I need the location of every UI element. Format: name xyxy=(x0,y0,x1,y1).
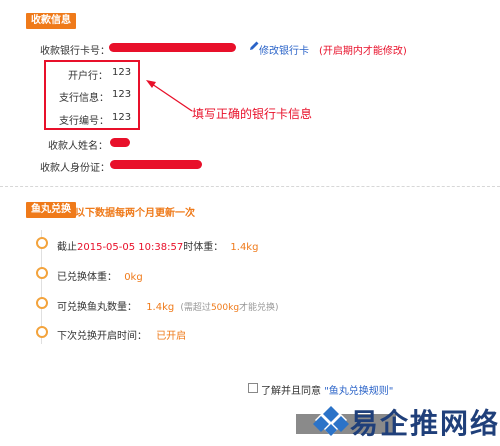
timeline-item-exchanged-weight: 已兑换体重： 0kg xyxy=(57,268,143,283)
receiving-info-header: 收款信息 xyxy=(26,13,76,29)
agree-text: 了解并且同意 xyxy=(261,386,321,397)
watermark-text: 易企推网络 xyxy=(350,407,500,440)
bank-card-number-redacted xyxy=(109,43,236,52)
timeline-dot xyxy=(36,297,48,309)
timeline-item-next-open-time: 下次兑换开启时间： 已开启 xyxy=(57,327,186,342)
branch-info-value: 123 xyxy=(112,89,132,100)
deadline-weight-label: 时体重： xyxy=(183,242,224,253)
timeline-item-weight-deadline: 截止2015-05-05 10:38:57时体重： 1.4kg xyxy=(57,238,258,253)
timeline-dot xyxy=(36,326,48,338)
next-open-label: 下次兑换开启时间： xyxy=(57,331,147,342)
agree-checkbox[interactable] xyxy=(248,383,258,393)
watermark-logo-icon xyxy=(313,402,349,438)
exchanged-weight-label: 已兑换体重： xyxy=(57,272,117,283)
annotation-text: 填写正确的银行卡信息 xyxy=(192,107,313,121)
deadline-weight-value: 1.4kg xyxy=(230,242,259,253)
annotation-arrow-icon xyxy=(146,80,193,112)
branch-info-label: 支行信息： xyxy=(59,93,109,104)
timeline-dot xyxy=(36,237,48,249)
exchange-threshold: 500kg xyxy=(210,303,240,313)
exchanged-weight-value: 0kg xyxy=(124,272,143,283)
bank-open-label: 开户行： xyxy=(68,71,108,82)
exchange-note-suffix: 才能兑换) xyxy=(239,303,279,313)
bank-open-value: 123 xyxy=(112,67,132,78)
deadline-date: 2015-05-05 10:38:57 xyxy=(77,242,184,253)
branch-code-value: 123 xyxy=(112,112,132,123)
payee-name-redacted xyxy=(110,138,130,147)
payee-name-label: 收款人姓名： xyxy=(48,141,108,152)
exchange-note-prefix: (需超过 xyxy=(180,303,211,313)
exchangeable-value: 1.4kg xyxy=(146,302,175,313)
payee-id-redacted xyxy=(110,160,202,169)
update-notice: 以下数据每两个月更新一次 xyxy=(75,208,195,219)
timeline-item-exchangeable-amount: 可兑换鱼丸数量： 1.4kg (需超过500kg才能兑换) xyxy=(57,298,279,313)
branch-code-label: 支行编号： xyxy=(59,116,109,127)
modify-bank-card-link[interactable]: 修改银行卡 xyxy=(259,42,309,57)
rules-link[interactable]: "鱼丸兑换规则" xyxy=(324,386,393,397)
timeline-dot xyxy=(36,267,48,279)
section-divider xyxy=(0,186,500,187)
modify-note: (开启期内才能修改) xyxy=(319,46,407,57)
exchangeable-label: 可兑换鱼丸数量： xyxy=(57,302,137,313)
deadline-prefix: 截止 xyxy=(57,242,77,253)
fish-exchange-header: 鱼丸兑换 xyxy=(26,202,76,218)
payee-id-label: 收款人身份证： xyxy=(40,163,110,174)
next-open-value: 已开启 xyxy=(156,331,187,342)
bank-card-label: 收款银行卡号： xyxy=(40,46,110,57)
agree-row: 了解并且同意 "鱼丸兑换规则" xyxy=(261,382,393,397)
